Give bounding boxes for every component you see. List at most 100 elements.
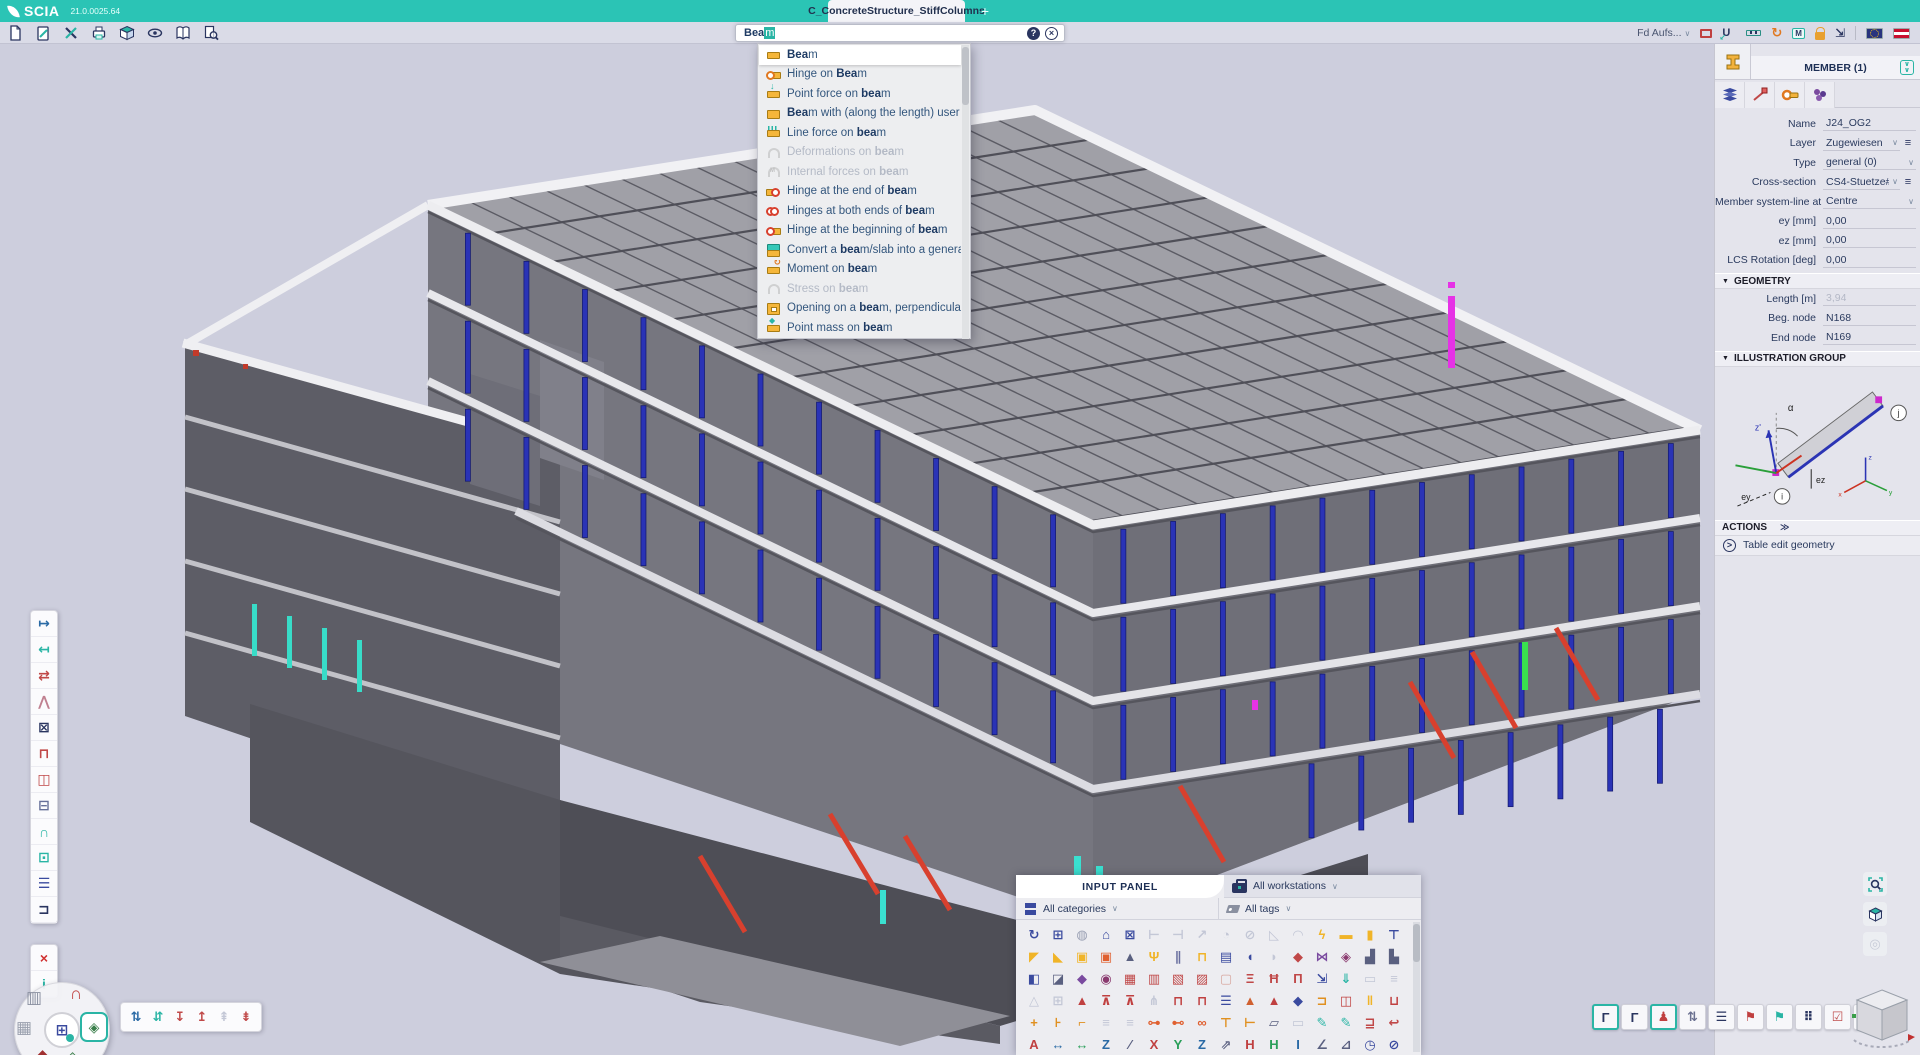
geometry-section-header[interactable]: ▼GEOMETRY [1715, 273, 1920, 289]
input-tool-icon[interactable]: ↔ [1070, 1034, 1094, 1055]
search-result-item[interactable]: Hinge at the beginning of beam [759, 221, 961, 241]
actions-more-icon[interactable]: ≫ [1780, 522, 1788, 533]
edit-tool-icon[interactable]: ↤ [31, 637, 57, 663]
input-tool-icon[interactable]: ◷ [1358, 1034, 1382, 1055]
input-tool-icon[interactable]: ↔ [1046, 1034, 1070, 1055]
profile-dropdown[interactable]: Fd Aufs...∨ [1637, 27, 1690, 39]
input-tool-icon[interactable]: ⇗ [1214, 1034, 1238, 1055]
edit-tool-icon[interactable]: ⊡ [31, 845, 57, 871]
input-tool-icon[interactable]: H [1238, 1034, 1262, 1055]
lock-icon[interactable] [1815, 32, 1825, 40]
input-tool-icon[interactable]: ▤ [1214, 946, 1238, 967]
input-tool-icon[interactable]: Y [1166, 1034, 1190, 1055]
input-tool-icon[interactable]: ◧ [1022, 968, 1046, 989]
search-result-item[interactable]: Deformations on beam [759, 143, 961, 163]
navigation-cube[interactable] [1848, 984, 1916, 1055]
table-edit-geometry-button[interactable]: > Table edit geometry [1715, 536, 1920, 556]
search-result-item[interactable]: Stress on beam [759, 279, 961, 299]
input-tool-icon[interactable]: ∞ [1190, 1012, 1214, 1033]
input-tool-icon[interactable]: ∠ [1310, 1034, 1334, 1055]
input-tool-icon[interactable]: ▲ [1238, 990, 1262, 1011]
input-tool-icon[interactable]: ▣ [1094, 946, 1118, 967]
search-result-item[interactable]: Hinges at both ends of beam [759, 201, 961, 221]
search-result-item[interactable]: Line force on beam [759, 123, 961, 143]
input-tool-icon[interactable]: ϟ [1310, 924, 1334, 945]
property-value[interactable]: N169 [1823, 330, 1916, 345]
workstations-dropdown[interactable]: All workstations ∨ [1224, 875, 1421, 898]
input-tool-icon[interactable]: ▧ [1166, 968, 1190, 989]
input-tool-icon[interactable]: ◉ [1094, 968, 1118, 989]
view-tool-icon[interactable]: ⠿ [1795, 1004, 1822, 1030]
input-tool-icon[interactable]: Ψ [1142, 946, 1166, 967]
input-tool-icon[interactable]: ▲ [1118, 946, 1142, 967]
input-tool-icon[interactable]: H [1262, 1034, 1286, 1055]
input-tool-icon[interactable]: ▲ [1070, 990, 1094, 1011]
input-tool-icon[interactable]: ▲ [1262, 990, 1286, 1011]
search-result-item[interactable]: Opening on a beam, perpendicular … [759, 299, 961, 319]
search-result-item[interactable]: Hinge at the end of beam [759, 182, 961, 202]
print-icon[interactable] [91, 25, 107, 41]
property-value[interactable]: J24_OG2 [1823, 116, 1916, 131]
input-tool-icon[interactable]: ◠ [1286, 924, 1310, 945]
input-panel-tab[interactable]: INPUT PANEL [1016, 875, 1224, 898]
input-tool-icon[interactable]: ∕ [1118, 1034, 1142, 1055]
input-tool-icon[interactable]: ◍ [1070, 924, 1094, 945]
input-tool-icon[interactable]: ◺ [1262, 924, 1286, 945]
input-tool-icon[interactable]: ▟ [1358, 946, 1382, 967]
categories-dropdown[interactable]: All categories ∨ [1016, 898, 1219, 919]
input-tool-icon[interactable]: Π [1286, 968, 1310, 989]
scrollbar-thumb[interactable] [962, 47, 969, 105]
zoom-selection-icon[interactable] [1863, 872, 1887, 896]
input-tool-icon[interactable]: ⊘ [1382, 1034, 1406, 1055]
search-result-item[interactable]: Point force on beam [759, 84, 961, 104]
input-tool-icon[interactable]: ⊓ [1190, 990, 1214, 1011]
input-tool-icon[interactable]: ▣ [1070, 946, 1094, 967]
illustration-section-header[interactable]: ▼ILLUSTRATION GROUP [1715, 351, 1920, 367]
edit-tool-icon[interactable]: ☰ [31, 871, 57, 897]
input-tool-icon[interactable]: ↻ [1022, 924, 1046, 945]
input-tool-icon[interactable]: ✎ [1310, 1012, 1334, 1033]
edit-tool-icon[interactable]: ⊓ [31, 741, 57, 767]
property-value[interactable]: CS4-Stuetze#5∨ [1823, 175, 1900, 190]
input-tool-icon[interactable]: ◆ [1286, 946, 1310, 967]
view-tool-icon[interactable]: ♟ [1650, 1004, 1677, 1030]
input-tool-icon[interactable]: ⊔ [1382, 990, 1406, 1011]
input-tool-icon[interactable]: ⊤ [1382, 924, 1406, 945]
input-tool-icon[interactable]: ◖ [1238, 946, 1262, 967]
input-tool-icon[interactable]: ▢ [1214, 968, 1238, 989]
input-tool-icon[interactable]: ∥ [1166, 946, 1190, 967]
property-value[interactable]: general (0)∨ [1823, 155, 1916, 170]
input-tool-icon[interactable]: ◈ [1334, 946, 1358, 967]
view-tool-icon[interactable]: ⇅ [1679, 1004, 1706, 1030]
model-lock-icon[interactable]: M [1792, 28, 1805, 39]
quick-tool-icon[interactable]: ⇟ [235, 1004, 257, 1030]
edit-tool-icon[interactable]: ∩ [31, 819, 57, 845]
propeller-filter-tab[interactable] [1805, 82, 1835, 108]
input-tool-icon[interactable]: ⊒ [1358, 1012, 1382, 1033]
input-tool-icon[interactable]: X [1142, 1034, 1166, 1055]
input-tool-icon[interactable]: ▬ [1334, 924, 1358, 945]
input-tool-icon[interactable]: ▙ [1382, 946, 1406, 967]
zoom-window-icon[interactable] [1700, 29, 1712, 38]
view-tool-icon[interactable]: Γ [1592, 1004, 1619, 1030]
input-tool-icon[interactable]: ⊘ [1238, 924, 1262, 945]
edit-tool-icon[interactable]: ⋀ [31, 689, 57, 715]
input-tool-icon[interactable]: ⊿ [1334, 1034, 1358, 1055]
input-tool-icon[interactable]: ↩ [1382, 1012, 1406, 1033]
input-tool-icon[interactable]: ⊢ [1238, 1012, 1262, 1033]
input-tool-icon[interactable]: Z [1094, 1034, 1118, 1055]
dropdown-scrollbar[interactable] [962, 45, 969, 339]
input-tool-icon[interactable]: ▥ [1142, 968, 1166, 989]
input-tool-icon[interactable]: ◫ [1334, 990, 1358, 1011]
workstation-wheel[interactable]: ▥ ∩ ▦ ◆ ◈ ◈ ⊞ [14, 982, 110, 1055]
property-value[interactable]: N168 [1823, 311, 1916, 326]
search-result-item[interactable]: Convert a beam/slab into a general … [759, 240, 961, 260]
input-tool-icon[interactable]: ⌂ [1094, 924, 1118, 945]
input-tool-icon[interactable]: ⊞ [1046, 990, 1070, 1011]
property-value[interactable]: 3,94 [1823, 291, 1916, 306]
close-search-icon[interactable]: × [1045, 27, 1058, 40]
hinge-filter-tab[interactable] [1775, 82, 1805, 108]
view-eye-icon[interactable] [147, 25, 163, 41]
document-tab[interactable]: C_ConcreteStructure_StiffColumns [828, 0, 965, 22]
input-tool-icon[interactable]: ⊞ [1046, 924, 1070, 945]
